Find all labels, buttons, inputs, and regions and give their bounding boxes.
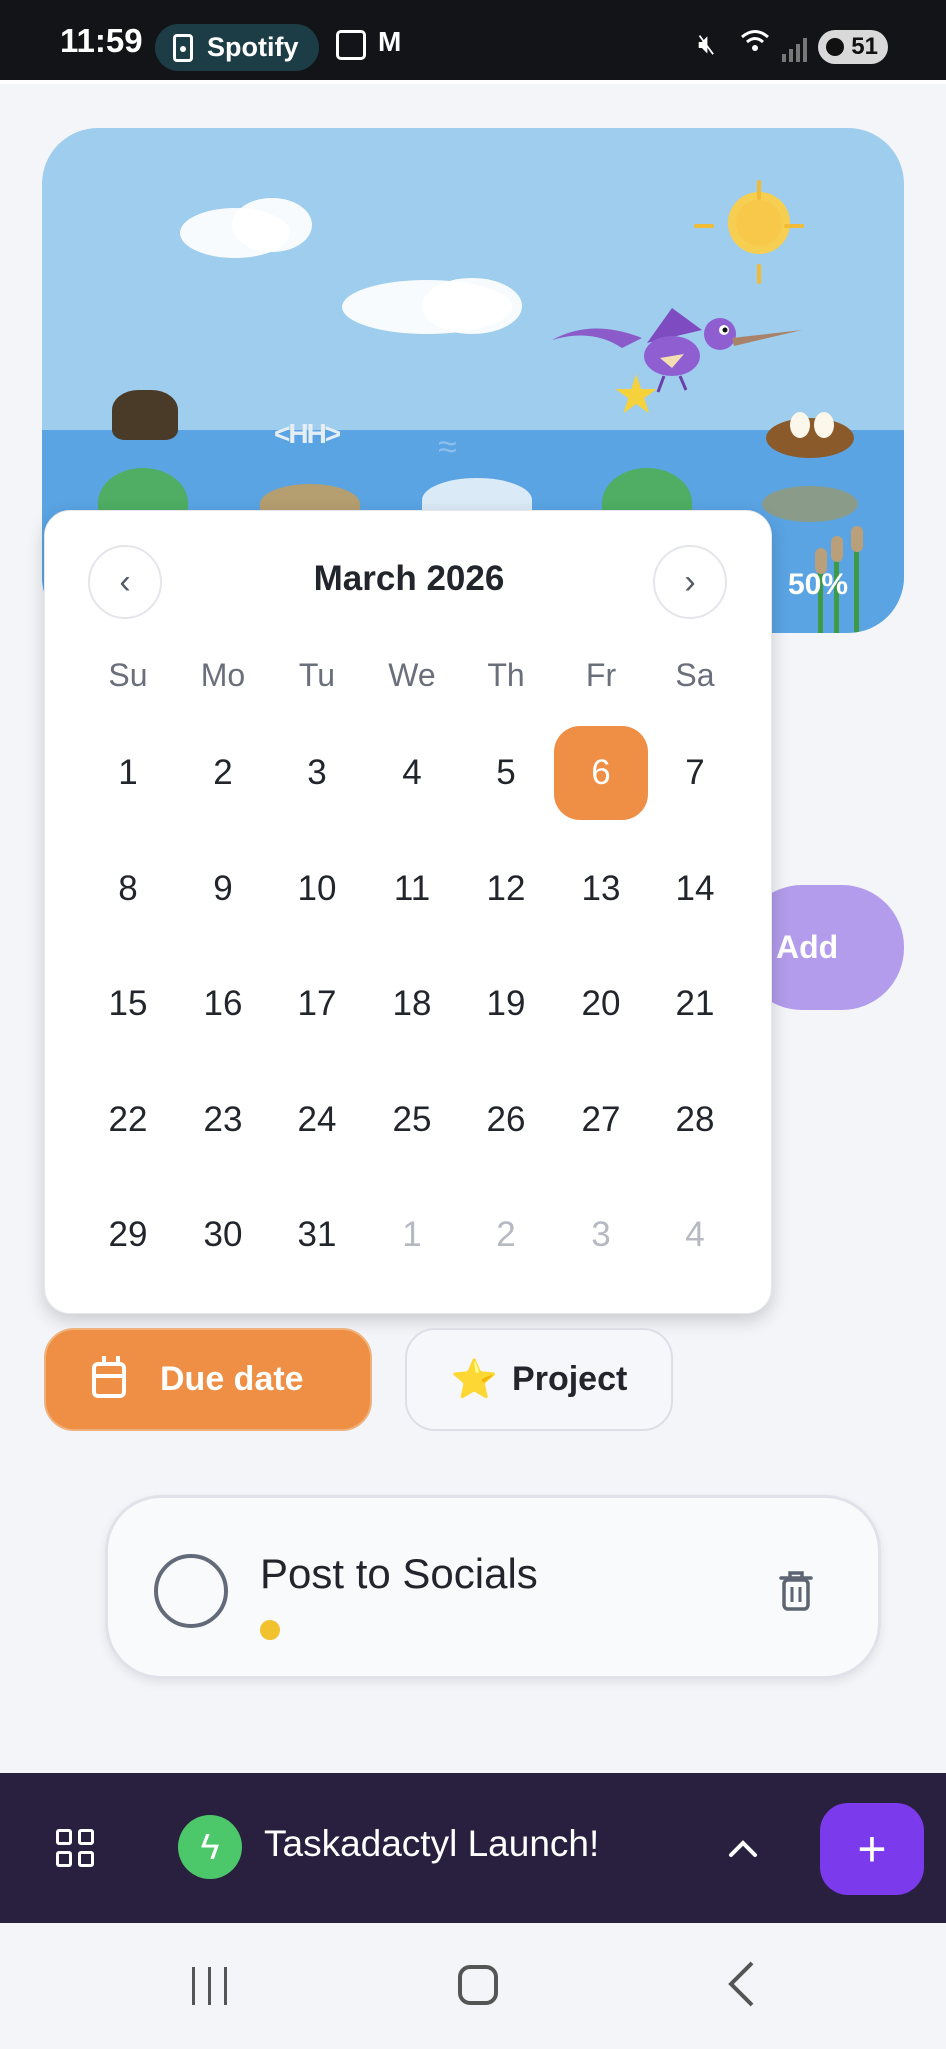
calendar-day[interactable]: 8 (81, 842, 175, 936)
screenshot-icon (336, 30, 366, 60)
home-icon[interactable] (458, 1965, 498, 2005)
grid-icon[interactable] (56, 1829, 94, 1867)
star-icon: ★ (612, 365, 661, 425)
battery-level: 51 (851, 33, 878, 60)
current-project-name[interactable]: Taskadactyl Launch! (264, 1823, 599, 1865)
cloud (232, 198, 312, 252)
calendar-day[interactable]: 17 (270, 957, 364, 1051)
chevron-up-icon[interactable] (728, 1825, 758, 1867)
nest-mound-icon (112, 390, 178, 440)
new-task-fab[interactable]: + (820, 1803, 924, 1895)
status-bar: 11:59 Spotify M 🔇︎ 51 (0, 0, 946, 80)
calendar-day[interactable]: 28 (648, 1073, 742, 1167)
spotify-media-pill[interactable]: Spotify (155, 24, 319, 71)
cattail (851, 526, 863, 552)
calendar-day[interactable]: 10 (270, 842, 364, 936)
calendar-day[interactable]: 14 (648, 842, 742, 936)
calendar-day[interactable]: 24 (270, 1073, 364, 1167)
calendar-day[interactable]: 1 (81, 726, 175, 820)
cattail (831, 536, 843, 562)
date-picker: ‹ March 2026 › Su Mo Tu We Th Fr Sa 1 2 … (44, 510, 772, 1314)
status-time: 11:59 (60, 22, 143, 59)
nest-icon (766, 418, 854, 458)
task-complete-checkbox[interactable] (154, 1554, 228, 1628)
egg-icon (814, 412, 834, 438)
sun-ray (757, 264, 761, 284)
calendar-day[interactable]: 13 (554, 842, 648, 936)
sun-ray (694, 224, 714, 228)
calendar-day[interactable]: 30 (176, 1188, 270, 1282)
calendar-day[interactable]: 19 (459, 957, 553, 1051)
weekday-label: Mo (200, 657, 246, 693)
calendar-day[interactable]: 2 (176, 726, 270, 820)
calendar-day[interactable]: 26 (459, 1073, 553, 1167)
egg-icon (790, 412, 810, 438)
sun-icon (728, 192, 790, 254)
battery-icon: 51 (818, 30, 888, 64)
weekday-label: Fr (585, 657, 617, 693)
gmail-icon: M (378, 26, 402, 57)
delete-task-button[interactable] (778, 1568, 814, 1612)
next-month-button[interactable]: › (653, 545, 727, 619)
project-button[interactable]: ⭐ Project (405, 1328, 673, 1431)
calendar-day[interactable]: 29 (81, 1188, 175, 1282)
calendar-day-outside-month[interactable]: 3 (554, 1188, 648, 1282)
calendar-day[interactable]: 4 (365, 726, 459, 820)
calendar-day[interactable]: 5 (459, 726, 553, 820)
sun-ray (784, 224, 804, 228)
task-card[interactable]: Post to Socials (105, 1495, 881, 1679)
project-label: Project (512, 1360, 628, 1398)
calendar-day[interactable]: 15 (81, 957, 175, 1051)
calendar-day[interactable]: 3 (270, 726, 364, 820)
weekday-label: Tu (298, 657, 336, 693)
cloud (422, 278, 522, 334)
calendar-day-outside-month[interactable]: 1 (365, 1188, 459, 1282)
calendar-day[interactable]: 11 (365, 842, 459, 936)
weekday-label: Sa (675, 657, 715, 693)
calendar-day[interactable]: 25 (365, 1073, 459, 1167)
system-nav-bar (0, 1923, 946, 2049)
chevron-right-icon: › (684, 562, 696, 601)
calendar-day[interactable]: 20 (554, 957, 648, 1051)
island (762, 486, 858, 522)
calendar-day-selected[interactable]: 6 (554, 726, 648, 820)
calendar-day[interactable]: 22 (81, 1073, 175, 1167)
trash-icon (779, 1571, 813, 1611)
task-title: Post to Socials (260, 1550, 538, 1597)
project-bar: ϟ Taskadactyl Launch! + (0, 1773, 946, 1923)
calendar-day[interactable]: 31 (270, 1188, 364, 1282)
calendar-icon (92, 1355, 126, 1398)
wave-icon: ≈ (438, 428, 457, 466)
star-emoji-icon: ⭐ (450, 1358, 499, 1401)
due-date-button[interactable]: Due date (44, 1328, 372, 1431)
back-icon[interactable] (726, 1959, 756, 2022)
calendar-day[interactable]: 21 (648, 957, 742, 1051)
calendar-day[interactable]: 7 (648, 726, 742, 820)
signal-icon (782, 32, 807, 62)
recents-icon[interactable] (192, 1967, 227, 2005)
calendar-day[interactable]: 27 (554, 1073, 648, 1167)
media-app-label: Spotify (207, 32, 299, 62)
calendar-day[interactable]: 16 (176, 957, 270, 1051)
weekday-label: Th (487, 657, 525, 693)
progress-percent: 50% (788, 568, 849, 601)
weekday-label: We (388, 657, 436, 693)
calendar-day-outside-month[interactable]: 4 (648, 1188, 742, 1282)
wifi-icon (740, 28, 770, 58)
weekday-label: Su (108, 657, 148, 693)
calendar-day[interactable]: 18 (365, 957, 459, 1051)
calendar-day[interactable]: 9 (176, 842, 270, 936)
due-date-label: Due date (160, 1360, 304, 1398)
top-divider (0, 80, 946, 84)
lightning-icon: ϟ (178, 1815, 242, 1879)
mute-icon: 🔇︎ (698, 28, 716, 59)
calendar-day[interactable]: 23 (176, 1073, 270, 1167)
fishbone-icon: <HH> (274, 418, 341, 449)
spotify-speaker-icon (173, 33, 193, 62)
sun-ray (757, 180, 761, 200)
calendar-day[interactable]: 12 (459, 842, 553, 936)
calendar-day-outside-month[interactable]: 2 (459, 1188, 553, 1282)
pterodactyl-icon (552, 288, 802, 403)
priority-dot (260, 1620, 280, 1640)
